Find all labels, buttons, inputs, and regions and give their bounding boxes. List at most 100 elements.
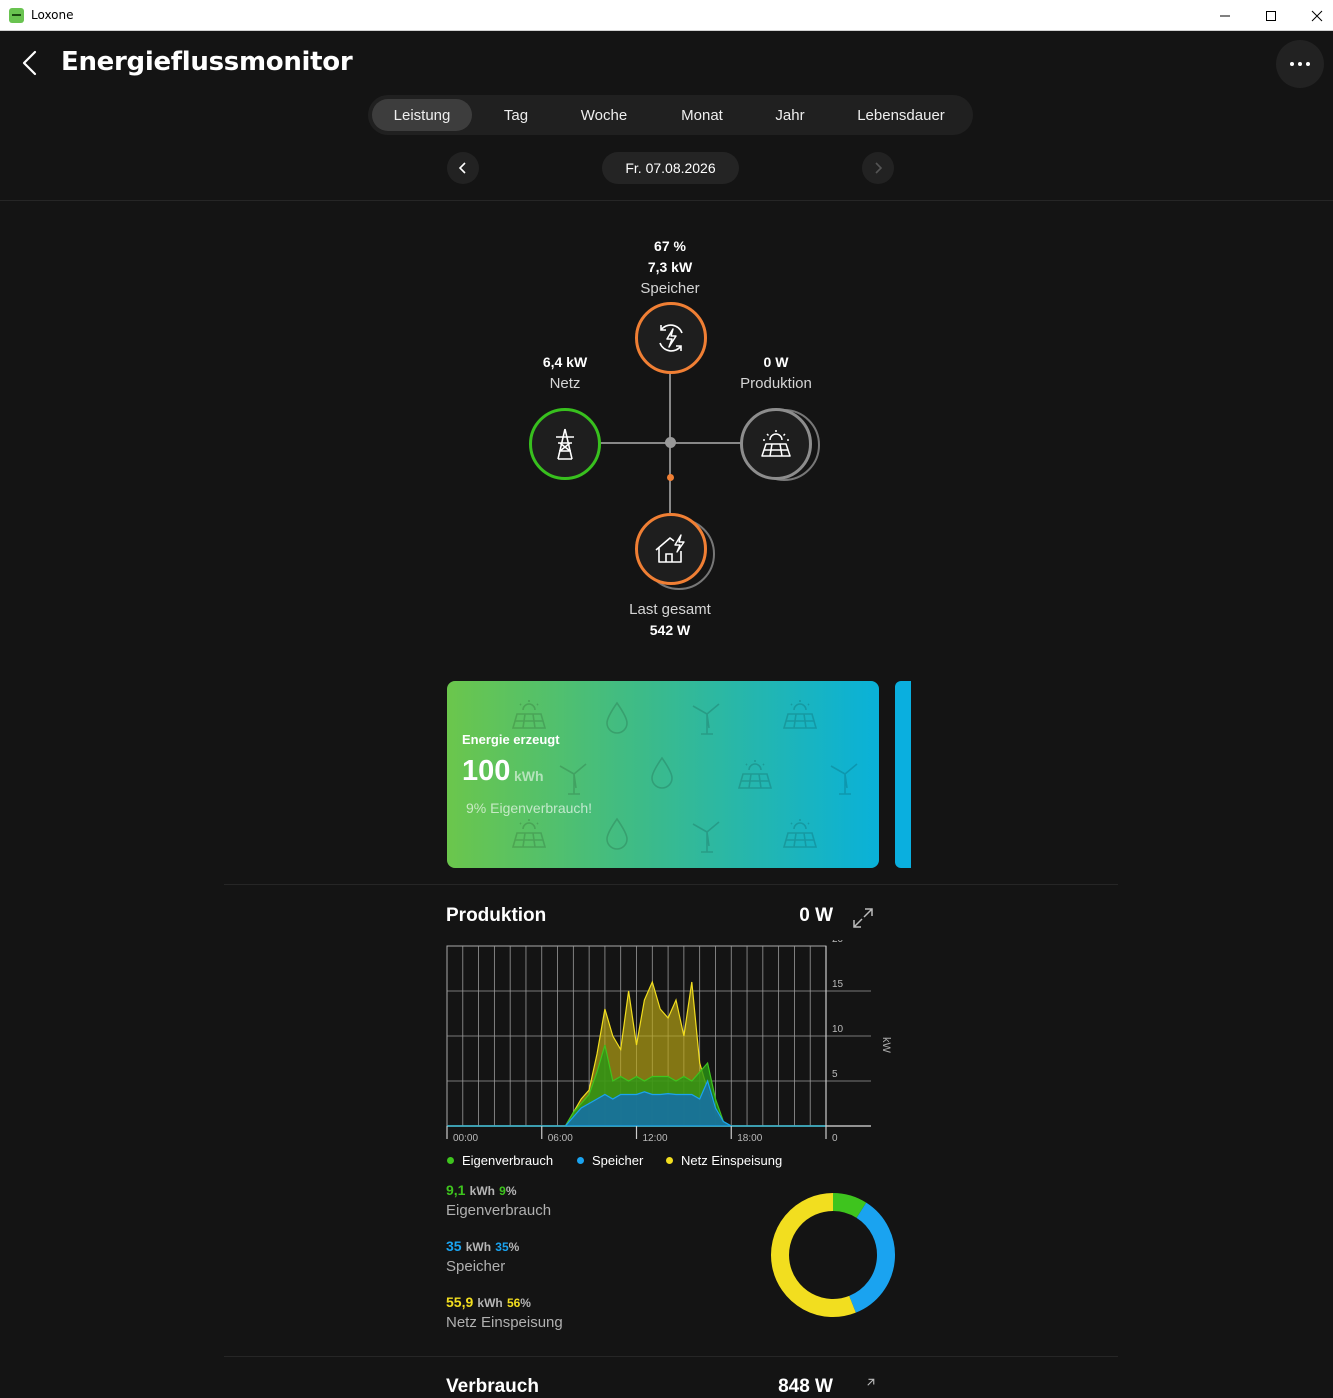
- house-power-icon: [655, 534, 685, 563]
- tab-lebensdauer[interactable]: Lebensdauer: [840, 99, 962, 131]
- more-options-button[interactable]: [1276, 40, 1324, 88]
- page-title: Energieflussmonitor: [61, 47, 353, 77]
- legend-dot: [447, 1157, 454, 1164]
- legend-speicher: Speicher: [577, 1153, 643, 1168]
- storage-power: 7,3 kW: [647, 259, 693, 275]
- next-date-button[interactable]: [862, 152, 894, 184]
- maximize-button[interactable]: [1248, 0, 1294, 31]
- tab-jahr[interactable]: Jahr: [760, 99, 820, 131]
- legend-label: Speicher: [592, 1153, 644, 1168]
- consumption-expand-button[interactable]: [858, 1377, 876, 1389]
- energy-card-value: 100: [462, 755, 511, 787]
- tab-tag[interactable]: Tag: [484, 99, 548, 131]
- card-pattern-icon: [511, 700, 858, 853]
- divider: [0, 200, 1333, 201]
- y-tick-label: 10: [832, 1024, 844, 1035]
- grid-name: Netz: [549, 375, 581, 392]
- close-icon: [1311, 10, 1323, 21]
- production-name: Produktion: [740, 375, 812, 392]
- production-donut-chart[interactable]: [768, 1190, 898, 1320]
- chevron-right-icon: [875, 162, 883, 174]
- tab-woche[interactable]: Woche: [564, 99, 644, 131]
- power-tower-icon: [556, 428, 574, 460]
- stat-netz-einspeisung: 55,9 kWh 56% Netz Einspeisung: [446, 1294, 563, 1331]
- legend-label: Eigenverbrauch: [462, 1153, 554, 1168]
- load-label: Last gesamt 542 W: [600, 599, 740, 641]
- y-tick-label: 20: [832, 940, 844, 945]
- stat-percent-unit: %: [520, 1296, 531, 1310]
- stat-value: 55,9: [446, 1294, 474, 1310]
- x-tick-label: 18:00: [737, 1133, 762, 1144]
- production-power: 0 W: [763, 354, 789, 370]
- x-tick-label: 12:00: [643, 1133, 668, 1144]
- window-title: Loxone: [31, 8, 74, 22]
- production-chart[interactable]: 00:00 06:00 12:00 18:00 0 5 10 15 20 kW: [440, 940, 900, 1145]
- minimize-icon: [1220, 15, 1230, 16]
- storage-label: 67 % 7,3 kW Speicher: [610, 236, 730, 299]
- close-window-button[interactable]: [1294, 0, 1333, 31]
- donut-slice-eigenverbrauch: [832, 1193, 867, 1219]
- x-tick-label: 00:00: [453, 1133, 478, 1144]
- stat-name: Netz Einspeisung: [446, 1314, 563, 1331]
- solar-panel-icon: [761, 430, 791, 457]
- production-node[interactable]: [740, 408, 812, 480]
- x-tick-label: 06:00: [548, 1133, 573, 1144]
- legend-dot: [577, 1157, 584, 1164]
- energy-produced-card[interactable]: Energie erzeugt 100 kWh 9% Eigenverbrauc…: [447, 681, 879, 868]
- stat-percent: 9: [499, 1184, 506, 1198]
- stat-percent: 56: [506, 1296, 521, 1310]
- production-label: 0 W Produktion: [716, 352, 836, 394]
- storage-node[interactable]: [635, 302, 707, 374]
- battery-cycle-icon: [659, 324, 683, 352]
- expand-chart-button[interactable]: [851, 906, 875, 930]
- expand-icon: [853, 908, 873, 928]
- load-name: Last gesamt: [629, 601, 711, 618]
- load-node[interactable]: [635, 513, 707, 585]
- stat-percent: 35: [495, 1240, 509, 1254]
- stat-value: 35: [446, 1238, 462, 1254]
- donut-slice-speicher: [848, 1202, 895, 1313]
- y-tick-label: 0: [832, 1133, 838, 1144]
- storage-name: Speicher: [640, 280, 700, 297]
- legend-label: Netz Einspeisung: [681, 1153, 783, 1168]
- consumption-section-title: Verbrauch: [446, 1376, 539, 1397]
- storage-percent: 67 %: [654, 238, 686, 254]
- energy-card-unit: kWh: [514, 768, 544, 784]
- period-tabs: Leistung Tag Woche Monat Jahr Lebensdaue…: [368, 95, 973, 135]
- legend-netz-einspeisung: Netz Einspeisung: [666, 1153, 782, 1168]
- flow-dot: [667, 474, 674, 481]
- expand-icon: [867, 1378, 875, 1386]
- production-section-title: Produktion: [446, 905, 547, 926]
- minimize-button[interactable]: [1202, 0, 1248, 31]
- flow-junction: [665, 437, 676, 448]
- stat-name: Eigenverbrauch: [446, 1202, 552, 1219]
- y-tick-label: 5: [832, 1069, 838, 1080]
- legend-eigenverbrauch: Eigenverbrauch: [447, 1153, 553, 1168]
- consumption-section-value: 848 W: [778, 1376, 833, 1397]
- donut-slice-netz-einspeisung: [771, 1193, 856, 1317]
- energy-card-subtitle: 9% Eigenverbrauch!: [466, 800, 593, 816]
- date-display[interactable]: Fr. 07.08.2026: [602, 152, 739, 184]
- grid-power: 6,4 kW: [542, 354, 588, 370]
- stat-eigenverbrauch: 9,1 kWh 9% Eigenverbrauch: [446, 1182, 551, 1219]
- stat-speicher: 35 kWh 35% Speicher: [446, 1238, 519, 1275]
- divider: [224, 1356, 1118, 1357]
- window-titlebar: Loxone: [0, 0, 1333, 31]
- tab-leistung[interactable]: Leistung: [372, 99, 472, 131]
- back-button[interactable]: [18, 49, 42, 77]
- chevron-left-icon: [458, 162, 466, 174]
- stat-unit: kWh: [477, 1296, 503, 1310]
- legend-dot: [666, 1157, 673, 1164]
- stat-unit: kWh: [469, 1184, 495, 1198]
- y-tick-label: 15: [832, 979, 844, 990]
- chart-y-axis-label: kW: [880, 1037, 892, 1054]
- next-card-peek[interactable]: [895, 681, 911, 868]
- grid-node[interactable]: [529, 408, 601, 480]
- previous-date-button[interactable]: [447, 152, 479, 184]
- load-power: 542 W: [649, 622, 691, 638]
- production-section-value: 0 W: [799, 905, 833, 926]
- loxone-logo-icon: [9, 8, 24, 23]
- more-dots-icon: [1290, 62, 1310, 66]
- maximize-icon: [1266, 10, 1276, 21]
- tab-monat[interactable]: Monat: [664, 99, 740, 131]
